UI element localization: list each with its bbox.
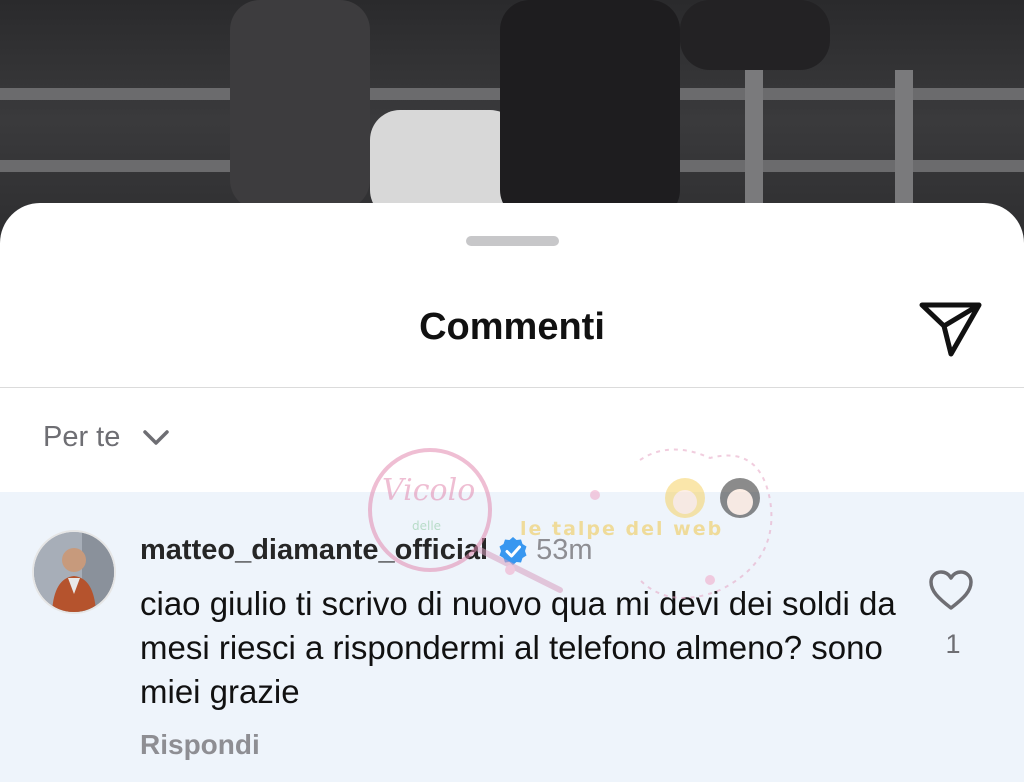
fence-post: [895, 70, 913, 210]
heart-outline-icon: [929, 570, 973, 610]
fence-post: [745, 70, 763, 210]
comment-header: matteo_diamante_official 53m: [140, 534, 593, 567]
paper-plane-icon: [919, 302, 982, 357]
comments-sheet: Commenti Per te matteo_diamante_official: [0, 203, 1024, 782]
reply-button[interactable]: Rispondi: [140, 729, 260, 761]
comment-timestamp: 53m: [536, 534, 593, 566]
person-figure: [230, 0, 370, 210]
verified-badge-icon: [499, 536, 527, 565]
person-figure: [680, 0, 830, 70]
avatar[interactable]: [32, 530, 116, 614]
person-figure: [500, 0, 680, 220]
chevron-down-icon: [143, 429, 170, 445]
like-count: 1: [945, 629, 961, 659]
comment-username[interactable]: matteo_diamante_official: [140, 534, 488, 567]
sort-filter-label: Per te: [43, 421, 121, 453]
comment-item: matteo_diamante_official 53m ciao giulio…: [0, 492, 1024, 782]
send-button[interactable]: [918, 300, 984, 358]
sort-filter-dropdown[interactable]: Per te: [43, 421, 170, 454]
comment-text: ciao giulio ti scrivo di nuovo qua mi de…: [140, 585, 896, 710]
sheet-grabber[interactable]: [466, 236, 559, 246]
header-divider: [0, 387, 1024, 388]
like-button[interactable]: [928, 569, 974, 611]
avatar-image: [34, 532, 114, 612]
sheet-title: Commenti: [419, 306, 605, 348]
